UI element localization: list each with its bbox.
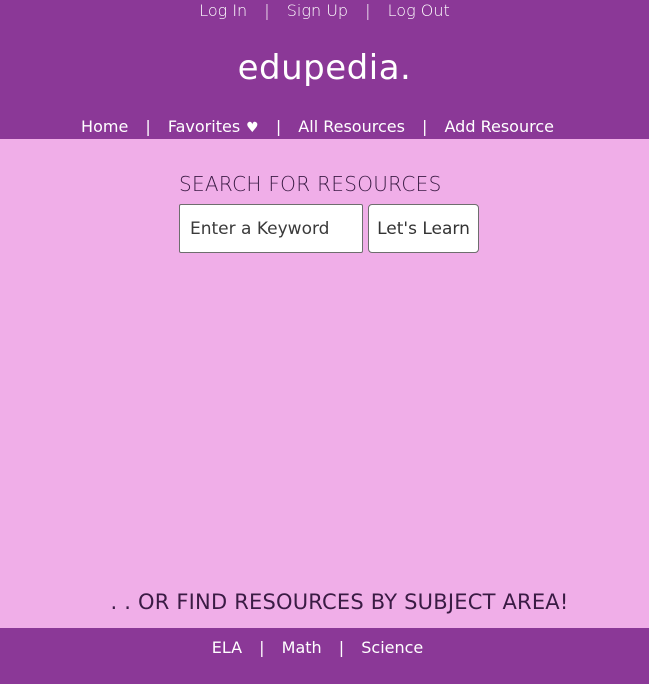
site-header: Log In | Sign Up | Log Out edupedia. Hom…: [0, 0, 649, 139]
nav-favorites[interactable]: Favorites ♥: [168, 117, 264, 136]
heart-icon: ♥: [246, 120, 259, 136]
site-logo[interactable]: edupedia.: [0, 46, 649, 90]
subject-link-science[interactable]: Science: [361, 638, 423, 657]
subject-link-ela[interactable]: ELA: [212, 638, 242, 657]
auth-nav: Log In | Sign Up | Log Out: [0, 0, 649, 22]
nav-separator: |: [145, 117, 151, 136]
login-link[interactable]: Log In: [199, 1, 247, 20]
auth-separator: |: [365, 1, 371, 20]
signup-link[interactable]: Sign Up: [287, 1, 348, 20]
subject-link-math[interactable]: Math: [282, 638, 322, 657]
auth-separator: |: [264, 1, 270, 20]
subject-nav-bar: ELA | Math | Science: [0, 628, 649, 684]
search-form: Let's Learn: [179, 204, 479, 253]
nav-all-resources[interactable]: All Resources: [298, 117, 405, 136]
nav-separator: |: [422, 117, 428, 136]
logout-link[interactable]: Log Out: [388, 1, 450, 20]
main-nav: Home | Favorites ♥ | All Resources | Add …: [0, 116, 635, 139]
keyword-search-input[interactable]: [179, 204, 363, 253]
nav-add-resource[interactable]: Add Resource: [445, 117, 554, 136]
nav-separator: |: [275, 117, 282, 136]
lets-learn-button[interactable]: Let's Learn: [368, 204, 479, 253]
nav-home[interactable]: Home: [81, 117, 128, 136]
nav-favorites-label: Favorites: [167, 117, 241, 136]
subject-nav: ELA | Math | Science: [0, 637, 635, 659]
search-section: SEARCH FOR RESOURCES Let's Learn: [179, 172, 479, 253]
subject-separator: |: [338, 638, 345, 657]
subject-area-title: . . OR FIND RESOURCES BY SUBJECT AREA!: [110, 590, 569, 614]
search-title: SEARCH FOR RESOURCES: [179, 172, 442, 196]
subject-separator: |: [259, 638, 265, 657]
